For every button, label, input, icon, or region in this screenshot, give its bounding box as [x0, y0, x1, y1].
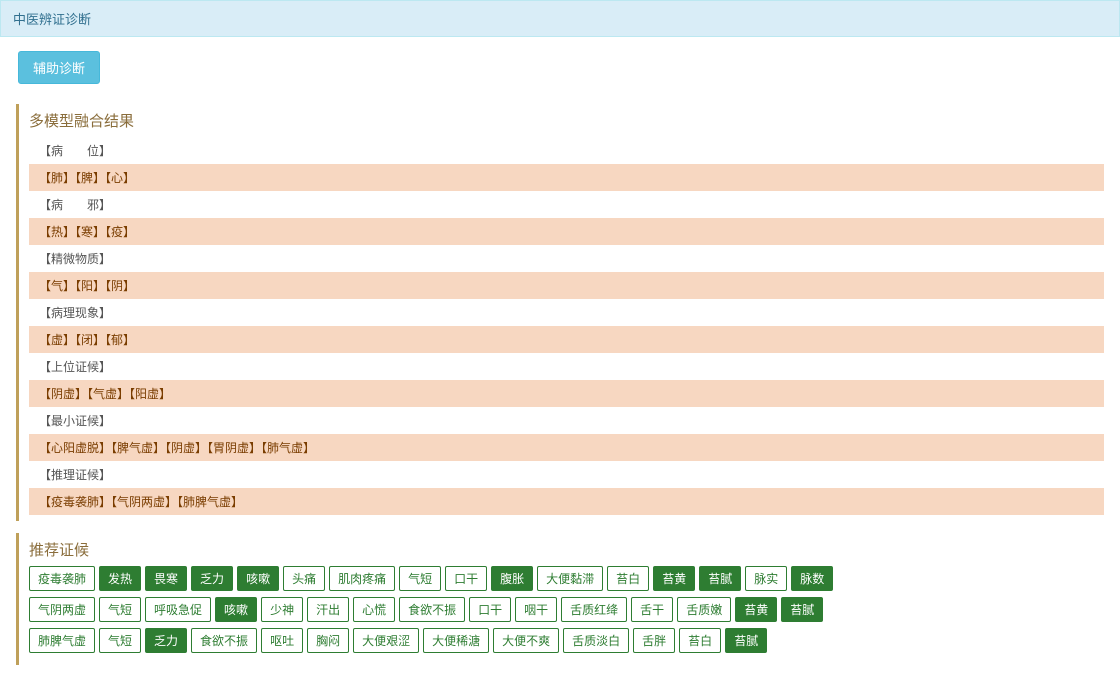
assist-diagnosis-button[interactable]: 辅助诊断: [18, 51, 100, 84]
symptom-tag[interactable]: 腹胀: [491, 566, 533, 591]
fusion-section: 多模型融合结果 【病 位】【肺】【脾】【心】【病 邪】【热】【寒】【疫】【精微物…: [16, 104, 1104, 521]
page-header: 中医辨证诊断: [0, 0, 1120, 37]
symptom-tag[interactable]: 大便不爽: [493, 628, 559, 653]
fusion-row: 【心阳虚脱】【脾气虚】【阴虚】【胃阴虚】【肺气虚】: [29, 434, 1104, 461]
symptom-tag[interactable]: 气短: [399, 566, 441, 591]
fusion-row: 【气】【阳】【阴】: [29, 272, 1104, 299]
symptom-tag[interactable]: 苔腻: [781, 597, 823, 622]
symptom-tag[interactable]: 苔白: [679, 628, 721, 653]
symptom-tag[interactable]: 头痛: [283, 566, 325, 591]
fusion-row: 【热】【寒】【疫】: [29, 218, 1104, 245]
recommend-group-label[interactable]: 肺脾气虚: [29, 628, 95, 653]
fusion-row: 【病 位】: [29, 137, 1104, 164]
symptom-tag[interactable]: 舌干: [631, 597, 673, 622]
symptom-tag[interactable]: 咳嗽: [237, 566, 279, 591]
symptom-tag[interactable]: 食欲不振: [191, 628, 257, 653]
symptom-tag[interactable]: 脉实: [745, 566, 787, 591]
symptom-tag[interactable]: 呼吸急促: [145, 597, 211, 622]
fusion-row: 【最小证候】: [29, 407, 1104, 434]
symptom-tag[interactable]: 苔腻: [725, 628, 767, 653]
symptom-tag[interactable]: 口干: [469, 597, 511, 622]
page-title: 中医辨证诊断: [13, 12, 91, 27]
symptom-tag[interactable]: 气短: [99, 628, 141, 653]
symptom-tag[interactable]: 咳嗽: [215, 597, 257, 622]
symptom-tag[interactable]: 少神: [261, 597, 303, 622]
recommend-group: 肺脾气虚气短乏力食欲不振呕吐胸闷大便艰涩大便稀溏大便不爽舌质淡白舌胖苔白苔腻: [29, 628, 1104, 653]
symptom-tag[interactable]: 大便稀溏: [423, 628, 489, 653]
fusion-row: 【疫毒袭肺】【气阴两虚】【肺脾气虚】: [29, 488, 1104, 515]
fusion-row: 【阴虚】【气虚】【阳虚】: [29, 380, 1104, 407]
symptom-tag[interactable]: 苔黄: [735, 597, 777, 622]
recommend-group-label[interactable]: 气阴两虚: [29, 597, 95, 622]
symptom-tag[interactable]: 舌质嫩: [677, 597, 731, 622]
recommend-section: 推荐证候 疫毒袭肺发热畏寒乏力咳嗽头痛肌肉疼痛气短口干腹胀大便黏滞苔白苔黄苔腻脉…: [16, 533, 1104, 665]
recommend-group: 气阴两虚气短呼吸急促咳嗽少神汗出心慌食欲不振口干咽干舌质红绛舌干舌质嫩苔黄苔腻: [29, 597, 1104, 622]
fusion-row: 【精微物质】: [29, 245, 1104, 272]
fusion-row: 【病理现象】: [29, 299, 1104, 326]
symptom-tag[interactable]: 心慌: [353, 597, 395, 622]
symptom-tag[interactable]: 乏力: [191, 566, 233, 591]
symptom-tag[interactable]: 乏力: [145, 628, 187, 653]
symptom-tag[interactable]: 大便艰涩: [353, 628, 419, 653]
symptom-tag[interactable]: 舌质红绛: [561, 597, 627, 622]
symptom-tag[interactable]: 发热: [99, 566, 141, 591]
recommend-title: 推荐证候: [29, 539, 1104, 560]
fusion-row: 【肺】【脾】【心】: [29, 164, 1104, 191]
symptom-tag[interactable]: 舌质淡白: [563, 628, 629, 653]
symptom-tag[interactable]: 大便黏滞: [537, 566, 603, 591]
symptom-tag[interactable]: 苔腻: [699, 566, 741, 591]
symptom-tag[interactable]: 食欲不振: [399, 597, 465, 622]
symptom-tag[interactable]: 汗出: [307, 597, 349, 622]
symptom-tag[interactable]: 舌胖: [633, 628, 675, 653]
recommend-group-label[interactable]: 疫毒袭肺: [29, 566, 95, 591]
fusion-row: 【虚】【闭】【郁】: [29, 326, 1104, 353]
fusion-row: 【上位证候】: [29, 353, 1104, 380]
symptom-tag[interactable]: 口干: [445, 566, 487, 591]
fusion-row: 【病 邪】: [29, 191, 1104, 218]
fusion-row: 【推理证候】: [29, 461, 1104, 488]
symptom-tag[interactable]: 畏寒: [145, 566, 187, 591]
symptom-tag[interactable]: 咽干: [515, 597, 557, 622]
symptom-tag[interactable]: 胸闷: [307, 628, 349, 653]
symptom-tag[interactable]: 脉数: [791, 566, 833, 591]
symptom-tag[interactable]: 苔白: [607, 566, 649, 591]
symptom-tag[interactable]: 呕吐: [261, 628, 303, 653]
symptom-tag[interactable]: 肌肉疼痛: [329, 566, 395, 591]
recommend-group: 疫毒袭肺发热畏寒乏力咳嗽头痛肌肉疼痛气短口干腹胀大便黏滞苔白苔黄苔腻脉实脉数: [29, 566, 1104, 591]
symptom-tag[interactable]: 气短: [99, 597, 141, 622]
symptom-tag[interactable]: 苔黄: [653, 566, 695, 591]
fusion-title: 多模型融合结果: [29, 110, 1104, 131]
toolbar: 辅助诊断: [0, 37, 1120, 98]
